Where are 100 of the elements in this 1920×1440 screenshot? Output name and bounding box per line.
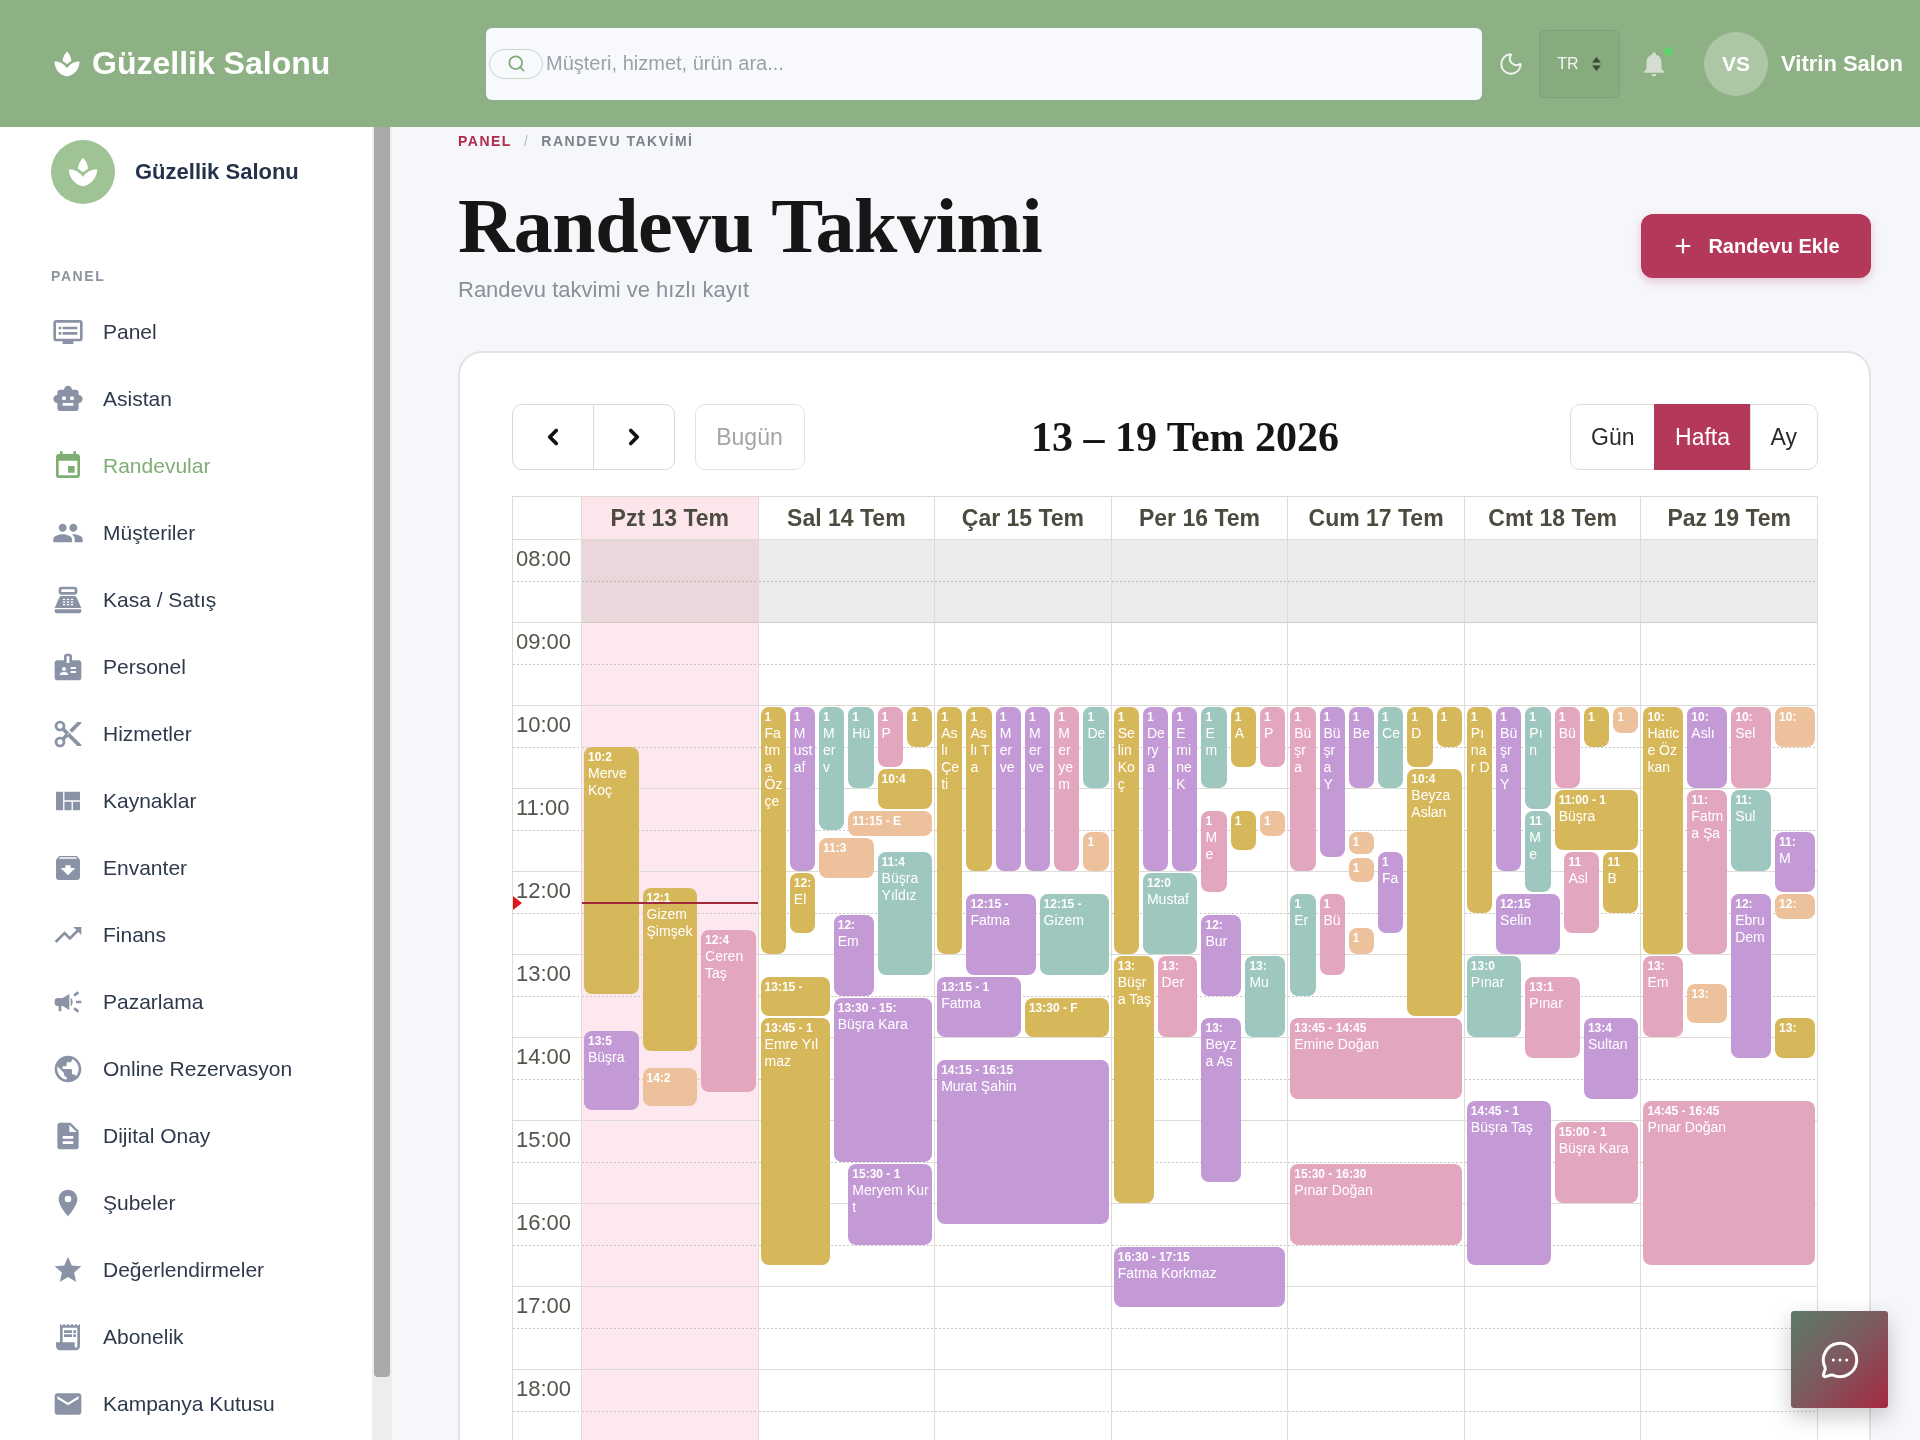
- sidebar-item[interactable]: Envanter: [0, 834, 372, 901]
- appointment-event[interactable]: 11: Sul: [1731, 790, 1772, 871]
- appointment-event[interactable]: 1 Bü: [1319, 893, 1345, 975]
- appointment-event[interactable]: 10: Hatice Özkan: [1643, 707, 1684, 954]
- user-name[interactable]: Vitrin Salon: [1781, 50, 1903, 77]
- appointment-event[interactable]: 1 A: [1230, 707, 1256, 768]
- appointment-event[interactable]: 12: Em: [833, 914, 874, 996]
- appointment-event[interactable]: 11:4 Büşra Yıldız: [877, 852, 933, 975]
- appointment-event[interactable]: 13:30 - F: [1024, 997, 1109, 1037]
- sidebar-item[interactable]: Kasa / Satış: [0, 566, 372, 633]
- sidebar-item[interactable]: Dijital Onay: [0, 1102, 372, 1169]
- sidebar-item[interactable]: Abonelik: [0, 1303, 372, 1370]
- appointment-event[interactable]: 12:4 Ceren Taş: [701, 929, 756, 1093]
- appointment-event[interactable]: 1 Aslı Ta: [966, 707, 992, 871]
- appointment-event[interactable]: 1: [906, 707, 933, 747]
- appointment-event[interactable]: 1 De: [1083, 707, 1109, 788]
- appointment-event[interactable]: 13:45 - 1 Emre Yılmaz: [760, 1018, 830, 1266]
- appointment-event[interactable]: 13:1 Pınar: [1525, 976, 1580, 1058]
- appointment-event[interactable]: 10: Aslı: [1687, 707, 1728, 788]
- appointment-event[interactable]: 1 Pınar D: [1466, 707, 1493, 913]
- appointment-event[interactable]: 13: Büşra Taş: [1113, 956, 1154, 1203]
- appointment-event[interactable]: 12:0 Mustaf: [1142, 873, 1198, 954]
- appointment-event[interactable]: 1 Mustaf: [789, 707, 816, 871]
- sidebar-item[interactable]: Müşteriler: [0, 499, 372, 566]
- appointment-event[interactable]: 1 Büşra: [1290, 707, 1316, 871]
- appointment-event[interactable]: 13:: [1687, 983, 1728, 1024]
- appointment-event[interactable]: 13: Em: [1643, 956, 1684, 1037]
- appointment-event[interactable]: 10: Sel: [1731, 707, 1772, 788]
- appointment-event[interactable]: 13:4 Sultan: [1583, 1018, 1639, 1100]
- search-field[interactable]: Müşteri, hizmet, ürün ara...: [486, 27, 1482, 100]
- appointment-event[interactable]: 12: Ebru Dem: [1731, 893, 1772, 1058]
- sidebar-item[interactable]: Randevular: [0, 432, 372, 499]
- sidebar-item[interactable]: Değerlendirmeler: [0, 1236, 372, 1303]
- appointment-event[interactable]: 1 Merv: [819, 707, 845, 830]
- appointment-event[interactable]: 10:2 Merve Koç: [584, 747, 639, 995]
- appointment-event[interactable]: 1 Meryem: [1054, 707, 1080, 871]
- sidebar-item[interactable]: Online Rezervasyon: [0, 1035, 372, 1102]
- appointment-event[interactable]: 11: Fatma Şa: [1687, 790, 1728, 954]
- appointment-event[interactable]: 1 Emine K: [1172, 707, 1198, 871]
- appointment-event[interactable]: 13: Der: [1157, 956, 1198, 1037]
- appointment-event[interactable]: 14:45 - 16:45 Pınar Doğan: [1643, 1101, 1815, 1266]
- appointment-event[interactable]: 1 Merve: [1024, 707, 1051, 871]
- appointment-event[interactable]: 13:0 Pınar: [1466, 956, 1522, 1037]
- sidebar-item[interactable]: Personel: [0, 633, 372, 700]
- appointment-event[interactable]: 13: Beyza As: [1201, 1018, 1242, 1183]
- language-select[interactable]: TR: [1539, 29, 1620, 98]
- appointment-event[interactable]: 13:15 -: [760, 976, 830, 1017]
- add-appointment-button[interactable]: Randevu Ekle: [1641, 214, 1871, 278]
- appointment-event[interactable]: 10:4 Beyza Aslan: [1407, 769, 1462, 1017]
- appointment-event[interactable]: 1: [1230, 810, 1256, 851]
- appointment-event[interactable]: 1 Hü: [848, 707, 874, 788]
- sidebar-item[interactable]: Hizmetler: [0, 700, 372, 767]
- appointment-event[interactable]: 1 Derya: [1142, 707, 1169, 871]
- appointment-event[interactable]: 14:2: [642, 1068, 698, 1107]
- sidebar-item[interactable]: Finans: [0, 901, 372, 968]
- appointment-event[interactable]: 1: [1436, 707, 1462, 747]
- sidebar-item[interactable]: Kaynaklar: [0, 767, 372, 834]
- appointment-event[interactable]: 1 Selin Koç: [1113, 707, 1139, 954]
- appointment-event[interactable]: 1 Pın: [1525, 707, 1551, 809]
- appointment-event[interactable]: 1: [1583, 707, 1610, 747]
- appointment-event[interactable]: 13:: [1775, 1018, 1815, 1058]
- view-tab[interactable]: Gün: [1570, 404, 1656, 470]
- previous-week-button[interactable]: [512, 404, 594, 470]
- appointment-event[interactable]: 10:: [1775, 707, 1815, 747]
- appointment-event[interactable]: 13:15 - 1 Fatma: [937, 976, 1021, 1037]
- appointment-event[interactable]: 1 Em: [1201, 707, 1227, 788]
- appointment-event[interactable]: 15:30 - 16:30 Pınar Doğan: [1290, 1163, 1462, 1245]
- appointment-event[interactable]: 12:: [1775, 893, 1815, 920]
- appointment-event[interactable]: 1 Me: [1201, 810, 1227, 892]
- appointment-event[interactable]: 11 Asl: [1564, 852, 1600, 934]
- appointment-event[interactable]: 13:45 - 14:45 Emine Doğan: [1290, 1018, 1462, 1100]
- appointment-event[interactable]: 12: Bur: [1201, 914, 1242, 996]
- sidebar-item[interactable]: Panel: [0, 298, 372, 365]
- appointment-event[interactable]: 12:15 Selin: [1496, 893, 1561, 954]
- appointment-event[interactable]: 1 Fa: [1378, 852, 1404, 934]
- appointment-event[interactable]: 15:30 - 1 Meryem Kurt: [848, 1163, 933, 1245]
- appointment-event[interactable]: 1 D: [1407, 707, 1433, 768]
- appointment-event[interactable]: 13:5 Büşra: [584, 1030, 639, 1111]
- appointment-event[interactable]: 1 Ce: [1378, 707, 1404, 788]
- appointment-event[interactable]: 1 Merve: [995, 707, 1021, 871]
- appointment-event[interactable]: 1 Bü: [1554, 707, 1580, 788]
- appointment-event[interactable]: 11: M: [1775, 831, 1815, 892]
- appointment-event[interactable]: 12:1 Gizem Şimşek: [642, 888, 698, 1051]
- appointment-event[interactable]: 11:15 - E: [848, 810, 933, 837]
- appointment-event[interactable]: 16:30 - 17:15 Fatma Korkmaz: [1113, 1246, 1286, 1307]
- appointment-event[interactable]: 1 Fatma Özçe: [760, 707, 786, 954]
- appointment-event[interactable]: 1: [1083, 831, 1109, 871]
- appointment-event[interactable]: 1: [1613, 707, 1639, 733]
- scrollbar-thumb[interactable]: [374, 127, 390, 1377]
- appointment-event[interactable]: 14:15 - 16:15 Murat Şahin: [937, 1059, 1109, 1224]
- moon-icon[interactable]: [1498, 50, 1524, 77]
- breadcrumb-link[interactable]: PANEL: [458, 133, 512, 149]
- sidebar-item[interactable]: Pazarlama: [0, 968, 372, 1035]
- view-tab[interactable]: Hafta: [1654, 404, 1752, 470]
- appointment-event[interactable]: 1 P: [877, 707, 903, 768]
- appointment-event[interactable]: 1: [1260, 810, 1286, 837]
- appointment-event[interactable]: 1: [1348, 928, 1375, 954]
- appointment-event[interactable]: 1 Büşra Y: [1496, 707, 1522, 871]
- appointment-event[interactable]: 10:4: [877, 769, 933, 809]
- sidebar-item[interactable]: Kampanya Kutusu: [0, 1370, 372, 1437]
